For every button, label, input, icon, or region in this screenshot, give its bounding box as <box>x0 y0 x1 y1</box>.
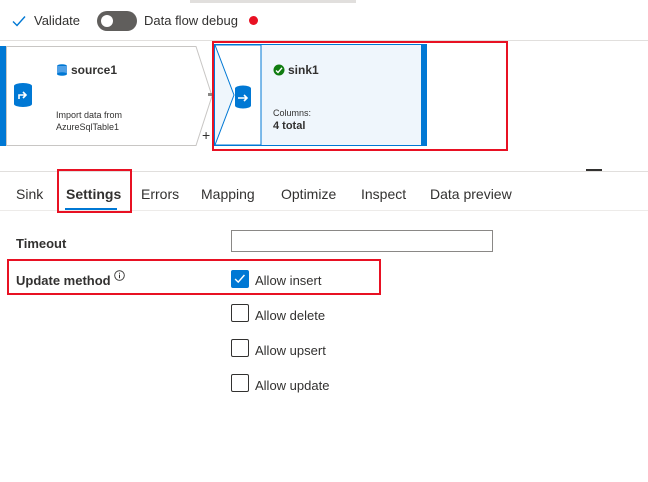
data-flow-debug-label: Data flow debug <box>144 13 238 28</box>
data-flow-debug-toggle[interactable] <box>97 11 137 31</box>
allow-upsert-checkbox[interactable] <box>231 339 249 357</box>
tab-mapping[interactable]: Mapping <box>201 186 255 202</box>
tab-settings[interactable]: Settings <box>66 186 121 202</box>
sink-database-icon <box>235 85 251 109</box>
validate-label: Validate <box>34 13 81 28</box>
allow-delete-checkbox[interactable] <box>231 304 249 322</box>
timeout-input[interactable] <box>231 230 493 252</box>
allow-insert-label: Allow insert <box>255 273 322 288</box>
tab-optimize[interactable]: Optimize <box>281 186 336 202</box>
sink-dataset-icon <box>273 64 285 76</box>
validate-button[interactable]: Validate <box>12 13 80 28</box>
tab-data-preview[interactable]: Data preview <box>430 186 512 202</box>
allow-update-label: Allow update <box>255 378 330 393</box>
timeout-label: Timeout <box>16 236 67 251</box>
tab-errors[interactable]: Errors <box>141 186 179 202</box>
allow-insert-checkbox[interactable] <box>231 270 249 288</box>
active-tab-indicator <box>65 208 117 210</box>
allow-upsert-label: Allow upsert <box>255 343 326 358</box>
checkmark-icon <box>12 15 26 27</box>
sql-table-icon <box>57 64 67 76</box>
info-icon[interactable] <box>114 270 125 281</box>
sink-columns-value: 4 total <box>273 120 306 132</box>
allow-update-checkbox[interactable] <box>231 374 249 392</box>
source-database-icon <box>14 83 32 107</box>
tab-inspect[interactable]: Inspect <box>361 186 406 202</box>
source-node-title: source1 <box>71 63 118 77</box>
source-node-description: Import data from AzureSqlTable1 <box>56 110 123 132</box>
allow-delete-label: Allow delete <box>255 308 326 323</box>
debug-status-dot <box>249 16 258 25</box>
checkmark-icon <box>234 274 245 284</box>
update-method-label: Update method <box>16 273 111 288</box>
toggle-knob <box>101 15 113 27</box>
sink-columns-label: Columns: <box>273 108 312 118</box>
add-transformation-button[interactable]: + <box>202 127 210 143</box>
tab-sink[interactable]: Sink <box>16 186 43 202</box>
sink-node-title: sink1 <box>288 63 319 77</box>
